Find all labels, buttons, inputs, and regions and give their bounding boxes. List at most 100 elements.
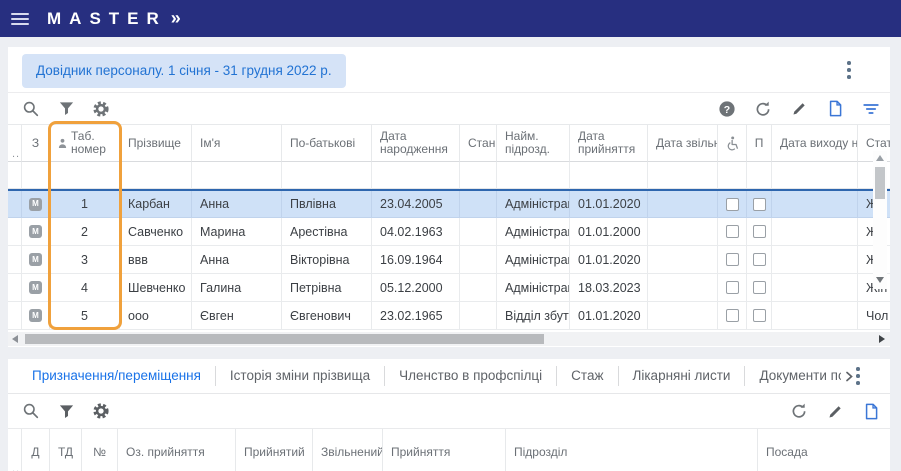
cell-tab-number: 5 (50, 302, 120, 330)
col-header-middle-name[interactable]: По-батькові (282, 125, 372, 162)
col-header-oz[interactable]: Оз. прийняття (118, 429, 236, 471)
col-header-hired[interactable]: Прийнятий (236, 429, 313, 471)
hamburger-menu-icon[interactable] (11, 12, 29, 25)
scroll-up-arrow-icon[interactable] (876, 155, 884, 161)
app-logo-arrows: » (170, 8, 183, 28)
cell-hire-date: 01.01.2020 (570, 302, 648, 330)
cell-birth-date: 23.02.1965 (372, 302, 460, 330)
cell-tab-number: 4 (50, 274, 120, 302)
title-kebab-menu-icon[interactable] (842, 61, 856, 79)
tabs-overflow-chevron-icon[interactable] (845, 367, 854, 385)
wheelchair-icon (725, 135, 739, 151)
svg-text:?: ? (724, 103, 730, 115)
disability-checkbox[interactable] (725, 281, 739, 294)
p-checkbox[interactable] (752, 253, 766, 266)
horizontal-scrollbar[interactable] (8, 332, 890, 346)
cell-last-name: ввв (120, 246, 192, 274)
col-header-hire-dept[interactable]: Найм. підрозд. (497, 125, 570, 162)
cell-middle-name: Арестівна (282, 218, 372, 246)
tabs-kebab-menu-icon[interactable] (854, 367, 862, 385)
col-header-state[interactable]: Стан н (460, 125, 497, 162)
col-header-p[interactable]: П (747, 125, 772, 162)
col-header-hire-date[interactable]: Дата прийняття (570, 125, 648, 162)
col-header-birth-date[interactable]: Дата народження (372, 125, 460, 162)
tab-surname-history[interactable]: Історія зміни прізвища (216, 366, 384, 386)
tab-average-earnings-docs[interactable]: Документи по середнь (745, 366, 841, 386)
sort-filter-icon[interactable] (862, 100, 880, 118)
page-title[interactable]: Довідник персоналу. 1 січня - 31 грудня … (22, 54, 346, 88)
disability-checkbox[interactable] (725, 225, 739, 238)
horizontal-scroll-thumb[interactable] (25, 334, 544, 344)
refresh-icon[interactable] (790, 402, 808, 420)
cell-gender: Чол (858, 302, 890, 330)
table-row[interactable]: M 5 ооо Євген Євгенович 23.02.1965 Відді… (8, 302, 890, 330)
filter-icon[interactable] (57, 100, 75, 118)
p-checkbox[interactable] (752, 197, 766, 211)
cell-hire-date: 01.01.2020 (570, 246, 648, 274)
p-checkbox[interactable] (752, 281, 766, 294)
search-icon[interactable] (22, 100, 40, 118)
tab-sick-leaves[interactable]: Лікарняні листи (619, 366, 745, 386)
p-checkbox[interactable] (752, 225, 766, 238)
cell-first-name: Анна (192, 246, 282, 274)
cell-hire-dept: Адміністрація (497, 274, 570, 302)
vertical-scrollbar[interactable] (873, 151, 887, 289)
table-row[interactable]: M 4 Шевченко Галина Петрівна 05.12.2000 … (8, 274, 890, 302)
table-row[interactable]: M 3 ввв Анна Вікторівна 16.09.1964 Адмін… (8, 246, 890, 274)
record-type-badge: M (29, 253, 42, 266)
cell-first-name: Євген (192, 302, 282, 330)
cell-hire-date: 01.01.2000 (570, 218, 648, 246)
settings-gear-icon[interactable] (92, 402, 110, 420)
detail-toolbar (8, 394, 890, 428)
table-row[interactable]: M 1 Карбан Анна Пвлівна 23.04.2005 Адмін… (8, 189, 890, 218)
vertical-scroll-thumb[interactable] (875, 167, 885, 199)
disability-checkbox[interactable] (725, 197, 739, 211)
disability-checkbox[interactable] (725, 253, 739, 266)
p-checkbox[interactable] (752, 309, 766, 322)
col-header-corner[interactable]: ... (8, 125, 22, 162)
record-type-badge: M (29, 225, 42, 238)
refresh-icon[interactable] (754, 100, 772, 118)
col-header-last-name[interactable]: Прізвище (120, 125, 192, 162)
cell-hire-dept: Адміністрація (497, 218, 570, 246)
col-header-department[interactable]: Підрозділ (506, 429, 758, 471)
tab-union-membership[interactable]: Членство в профспілці (385, 366, 556, 386)
scroll-right-arrow-icon[interactable] (879, 335, 885, 343)
col-header-d[interactable]: Д (22, 429, 50, 471)
col-header-z[interactable]: З (22, 125, 50, 162)
col-header-disability[interactable] (718, 125, 747, 162)
col-header-dismiss-date[interactable]: Дата звільнен (648, 125, 718, 162)
search-icon[interactable] (22, 402, 40, 420)
col-header-dismissed[interactable]: Звільнений (313, 429, 383, 471)
tab-assignments[interactable]: Призначення/переміщення (18, 366, 215, 386)
col-header-exit-date[interactable]: Дата виходу н (772, 125, 858, 162)
title-row: Довідник персоналу. 1 січня - 31 грудня … (8, 47, 890, 93)
col-header-corner[interactable]: ... (8, 429, 22, 471)
filter-icon[interactable] (57, 402, 75, 420)
disability-checkbox[interactable] (725, 309, 739, 322)
cell-tab-number: 3 (50, 246, 120, 274)
col-header-position[interactable]: Посада (758, 429, 890, 471)
cell-first-name: Марина (192, 218, 282, 246)
edit-pencil-icon[interactable] (826, 402, 844, 420)
col-header-tab-number[interactable]: Таб. номер (50, 125, 120, 162)
col-header-no[interactable]: № (82, 429, 118, 471)
help-icon[interactable]: ? (718, 100, 736, 118)
scroll-down-arrow-icon[interactable] (876, 277, 884, 283)
col-header-hiring[interactable]: Прийняття (383, 429, 506, 471)
new-document-icon[interactable] (862, 402, 880, 420)
col-header-td[interactable]: ТД (50, 429, 82, 471)
cell-middle-name: Євгенович (282, 302, 372, 330)
cell-middle-name: Пвлівна (282, 191, 372, 218)
filter-row[interactable] (8, 162, 890, 189)
top-navbar: MASTER » (0, 0, 901, 37)
scroll-left-arrow-icon[interactable] (12, 335, 18, 343)
cell-first-name: Галина (192, 274, 282, 302)
col-header-first-name[interactable]: Ім'я (192, 125, 282, 162)
tab-seniority[interactable]: Стаж (557, 366, 617, 386)
table-row[interactable]: M 2 Савченко Марина Арестівна 04.02.1963… (8, 218, 890, 246)
cell-middle-name: Петрівна (282, 274, 372, 302)
settings-gear-icon[interactable] (92, 100, 110, 118)
edit-pencil-icon[interactable] (790, 100, 808, 118)
new-document-icon[interactable] (826, 100, 844, 118)
